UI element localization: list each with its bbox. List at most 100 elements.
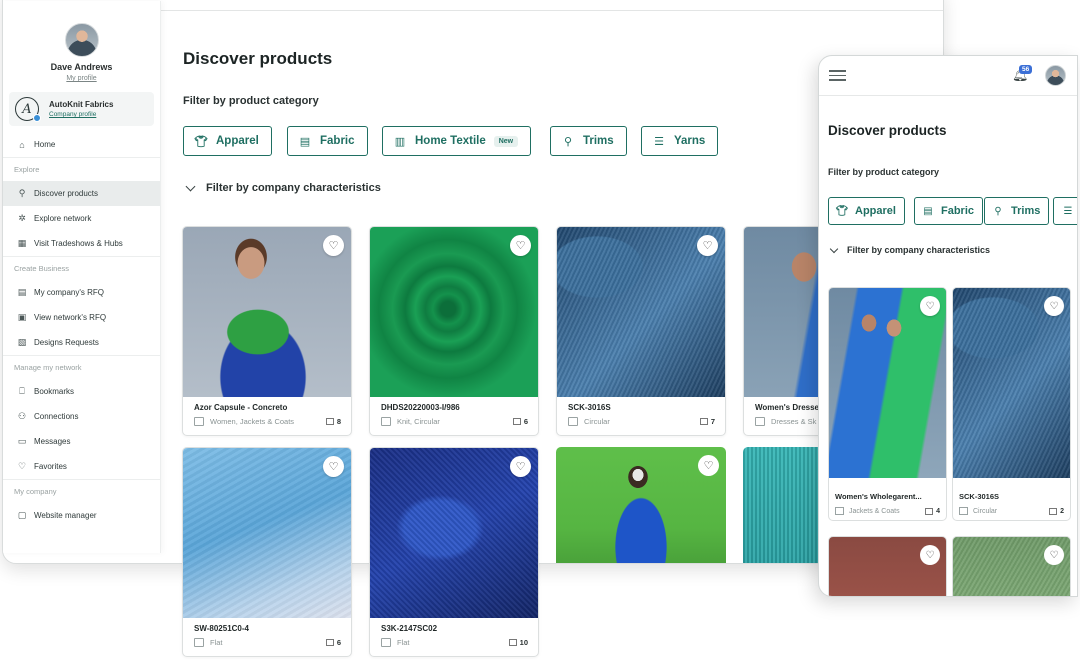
avatar[interactable] [64, 23, 99, 57]
product-title: Women's Dresses [755, 403, 824, 412]
category-icon [194, 638, 204, 647]
product-card[interactable]: ♡ DHDS20220003-I/986 Knit, Circular 6 [369, 226, 539, 436]
company-card[interactable]: A AutoKnit Fabrics Company profile [9, 92, 154, 126]
sidebar-item-label: View network's RFQ [34, 313, 107, 322]
sidebar-item-bookmarks[interactable]: ⎕ Bookmarks [3, 379, 160, 404]
product-meta: Jackets & Coats 4 [835, 507, 940, 515]
product-category: Dresses & Sk [771, 417, 817, 426]
sidebar-nav: ⌂ Home Explore ⚲ Discover products ✲ Explor… [3, 132, 160, 528]
favorite-heart-icon[interactable]: ♡ [1044, 296, 1064, 316]
marketing-composite: Dave Andrews My profile A AutoKnit Fabri… [0, 0, 1080, 660]
image-count: 8 [325, 417, 341, 426]
category-chip-apparel[interactable]: 👕︎ Apparel [183, 126, 272, 156]
page-title: Discover products [183, 49, 333, 68]
category-chip-home-textile[interactable]: ▥ Home Textile New [382, 126, 532, 156]
favorite-heart-icon[interactable]: ♡ [323, 235, 344, 256]
product-title: Women's Wholegarent... [835, 492, 922, 501]
sidebar-item-discover-products[interactable]: ⚲ Discover products [3, 181, 160, 206]
image-count-value: 8 [336, 417, 341, 426]
image-count: 6 [325, 638, 341, 647]
chevron-down-icon [185, 181, 196, 191]
image-count-value: 10 [519, 638, 528, 647]
favorite-heart-icon[interactable]: ♡ [510, 456, 531, 477]
sidebar-item-favorites[interactable]: ♡ Favorites [3, 454, 160, 479]
sidebar-item-website-manager[interactable]: ▢ Website manager [3, 503, 160, 528]
sidebar-item-messages[interactable]: ▭ Messages [3, 429, 160, 454]
category-chip-fabric[interactable]: ▤ Fabric [287, 126, 368, 156]
sidebar-item-label: My company's RFQ [34, 288, 104, 297]
favorite-heart-icon[interactable]: ♡ [920, 296, 940, 316]
sidebar-item-tradeshows[interactable]: ▦ Visit Tradeshows & Hubs [3, 231, 160, 256]
category-chip-yarns[interactable]: ☰ Yarns [641, 126, 719, 156]
product-card[interactable]: ♡ SCK-3016S Circular 7 [556, 226, 726, 436]
image-count: 4 [925, 507, 940, 515]
category-icon [381, 417, 391, 426]
category-chip-yarns[interactable]: ☰ [1053, 197, 1077, 225]
favorite-heart-icon[interactable]: ♡ [920, 545, 940, 565]
sidebar-item-network-rfq[interactable]: ▣ View network's RFQ [3, 305, 160, 330]
messages-icon: ▭ [17, 436, 27, 446]
sidebar-section-explore: Explore [3, 157, 160, 181]
product-title: SCK-3016S [959, 492, 1000, 501]
heart-icon: ♡ [17, 461, 27, 471]
my-profile-link[interactable]: My profile [3, 75, 160, 82]
product-category: Women, Jackets & Coats [210, 417, 295, 426]
product-card[interactable]: ♡ SW-80251C0-4 Flat 6 [182, 447, 352, 657]
company-filter-toggle[interactable]: Filter by company characteristics [829, 244, 990, 255]
category-chip-fabric[interactable]: ▤ Fabric [914, 197, 984, 225]
avatar[interactable] [1045, 65, 1066, 86]
product-category: Flat [210, 638, 223, 647]
image-count: 2 [1049, 507, 1064, 515]
favorite-heart-icon[interactable]: ♡ [510, 235, 531, 256]
product-card[interactable]: ♡ [828, 536, 947, 596]
favorite-heart-icon[interactable]: ♡ [697, 235, 718, 256]
image-icon [699, 418, 708, 425]
image-count: 7 [699, 417, 715, 426]
sidebar-item-connections[interactable]: ⚇ Connections [3, 404, 160, 429]
image-icon [325, 639, 334, 646]
product-card[interactable]: ♡ Azor Capsule - Concreto Women, Jackets… [182, 226, 352, 436]
sidebar-item-home[interactable]: ⌂ Home [3, 132, 160, 157]
product-card[interactable]: ♡ S3K-2147SC02 Flat 10 [369, 447, 539, 657]
chip-label: Home Textile [415, 135, 486, 147]
sidebar-item-designs-requests[interactable]: ▧ Designs Requests [3, 330, 160, 355]
product-card[interactable]: ♡ SCK-3016S Circular 2 [952, 287, 1071, 521]
category-chip-trims[interactable]: ⚲ Trims [984, 197, 1050, 225]
favorite-heart-icon[interactable]: ♡ [1044, 545, 1064, 565]
sidebar-item-company-rfq[interactable]: ▤ My company's RFQ [3, 280, 160, 305]
favorite-heart-icon[interactable]: ♡ [323, 456, 344, 477]
chip-label: Apparel [855, 205, 896, 217]
fabric-icon: ▤ [923, 205, 933, 217]
product-title: SW-80251C0-4 [194, 624, 249, 633]
product-category: Knit, Circular [397, 417, 440, 426]
favorite-heart-icon[interactable]: ♡ [698, 455, 719, 476]
sidebar-item-label: Website manager [34, 511, 97, 520]
sidebar-section-my-company: My company [3, 479, 160, 503]
sidebar-item-explore-network[interactable]: ✲ Explore network [3, 206, 160, 231]
company-profile-link[interactable]: Company profile [49, 111, 113, 118]
product-title: DHDS20220003-I/986 [381, 403, 460, 412]
sidebar-item-label: Discover products [34, 189, 99, 198]
product-card[interactable]: ♡ [952, 536, 1071, 596]
category-icon [381, 638, 391, 647]
sidebar-item-label: Home [34, 140, 56, 149]
hamburger-menu-icon[interactable] [829, 70, 846, 84]
image-icon [325, 418, 334, 425]
product-title: S3K-2147SC02 [381, 624, 438, 633]
image-icon [1049, 507, 1058, 515]
category-icon [959, 507, 968, 515]
product-meta: Circular 7 [568, 417, 715, 426]
product-meta: Flat 6 [194, 638, 341, 647]
category-chip-apparel[interactable]: 👕︎ Apparel [828, 197, 905, 225]
product-card[interactable]: ♡ Women's Wholegarent... Jackets & Coats… [828, 287, 947, 521]
profile-block: Dave Andrews My profile [3, 1, 160, 82]
image-count-value: 4 [936, 507, 940, 515]
product-category: Jackets & Coats [849, 507, 900, 515]
calendar-icon: ▦ [17, 238, 27, 248]
chip-label: Trims [583, 135, 614, 147]
category-chip-trims[interactable]: ⚲ Trims [550, 126, 627, 156]
sidebar-item-label: Connections [34, 412, 79, 421]
company-filter-toggle[interactable]: Filter by company characteristics [183, 181, 381, 194]
zipper-icon: ⚲ [994, 205, 1002, 217]
product-card[interactable]: ♡ [556, 447, 726, 563]
